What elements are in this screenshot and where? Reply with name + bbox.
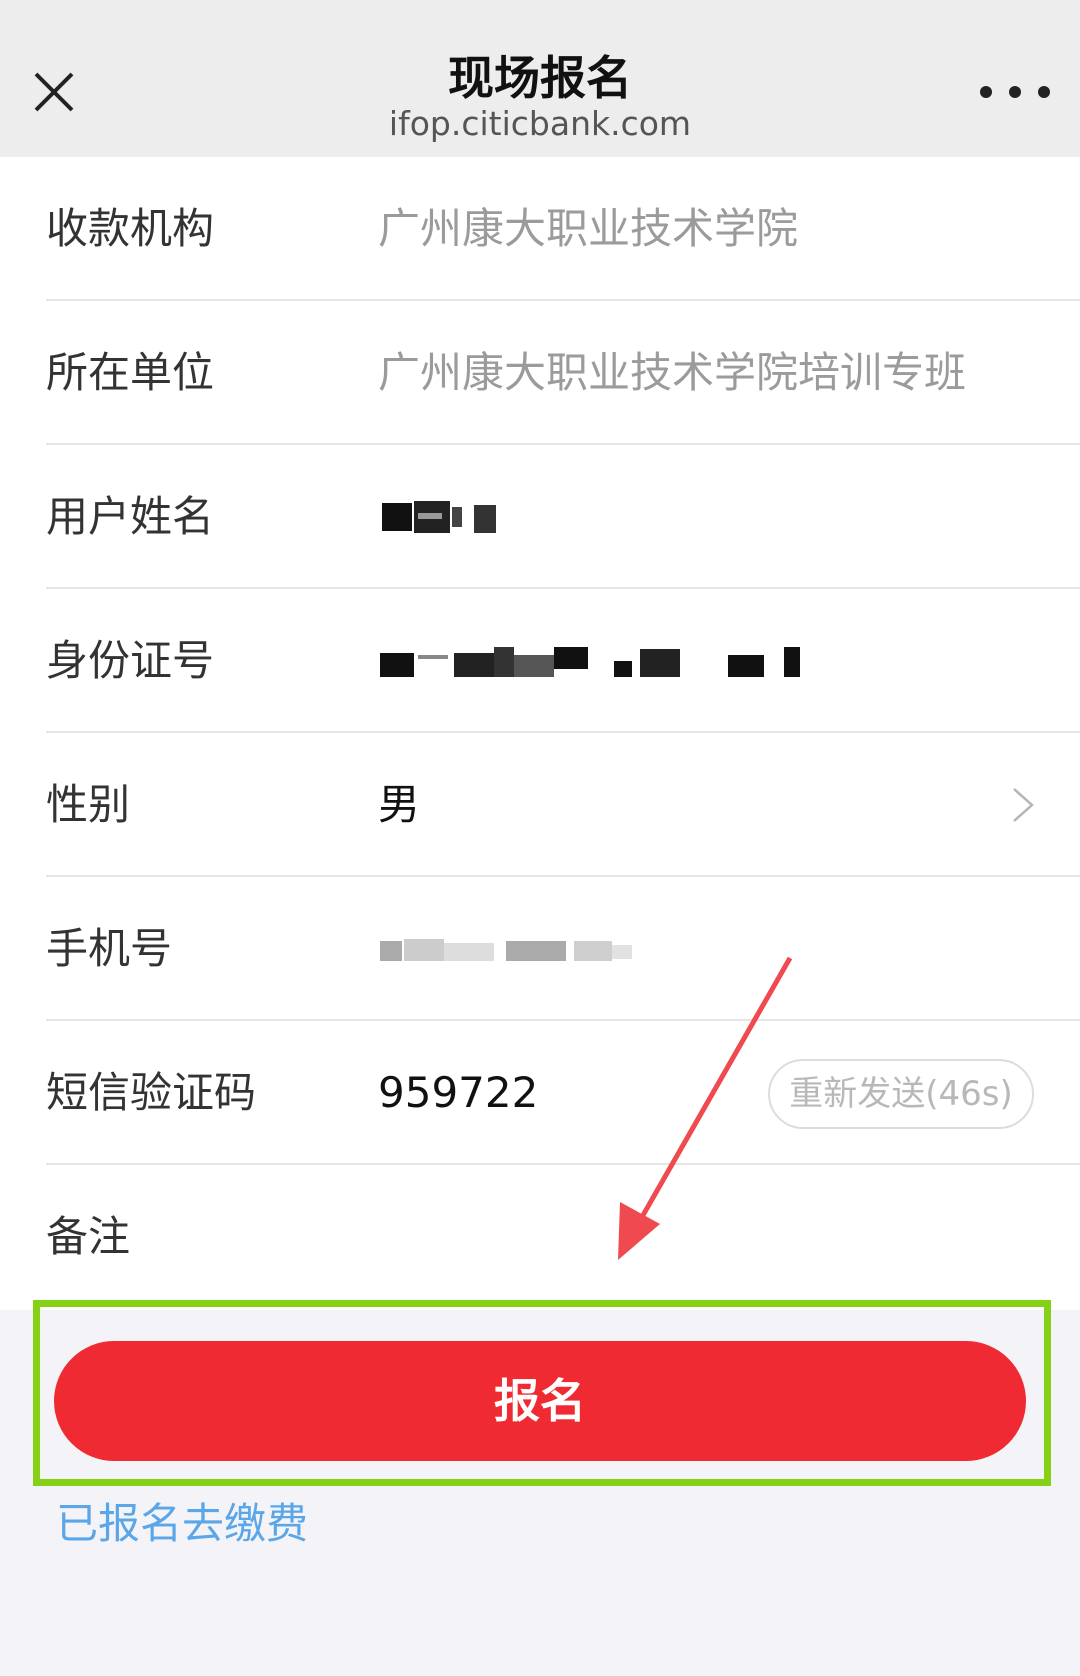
chevron-right-icon <box>1013 788 1034 822</box>
work-unit-value: 广州康大职业技术学院培训专班 <box>378 348 967 397</box>
row-id-number[interactable]: 身份证号 <box>46 589 1080 733</box>
row-payee-institution: 收款机构 广州康大职业技术学院 <box>46 157 1080 301</box>
id-number-redacted[interactable] <box>378 641 828 681</box>
phone-label: 手机号 <box>46 924 173 973</box>
work-unit-label: 所在单位 <box>46 348 215 397</box>
row-work-unit: 所在单位 广州康大职业技术学院培训专班 <box>46 301 1080 445</box>
paid-register-link[interactable]: 已报名去缴费 <box>56 1490 308 1551</box>
top-bar: 现场报名 ifop.citicbank.com <box>0 0 1080 157</box>
id-number-label: 身份证号 <box>46 636 215 685</box>
row-gender[interactable]: 性别 男 <box>46 733 1080 877</box>
row-user-name[interactable]: 用户姓名 <box>46 445 1080 589</box>
user-name-redacted[interactable] <box>378 497 508 537</box>
remark-label: 备注 <box>46 1212 131 1261</box>
row-sms-code[interactable]: 短信验证码 959722 重新发送(46s) <box>46 1021 1080 1165</box>
registration-form: 收款机构 广州康大职业技术学院 所在单位 广州康大职业技术学院培训专班 用户姓名… <box>0 157 1080 1310</box>
row-remark[interactable]: 备注 <box>46 1165 1080 1309</box>
page-domain: ifop.citicbank.com <box>388 104 692 143</box>
gender-value[interactable]: 男 <box>378 733 420 877</box>
user-name-label: 用户姓名 <box>46 492 215 541</box>
payee-institution-value: 广州康大职业技术学院 <box>378 204 799 253</box>
row-phone[interactable]: 手机号 <box>46 877 1080 1021</box>
sms-code-value[interactable]: 959722 <box>378 1021 538 1165</box>
annotation-arrow-icon <box>618 956 793 1260</box>
page-title: 现场报名 <box>448 51 632 105</box>
register-button[interactable]: 报名 <box>54 1341 1026 1461</box>
payee-institution-label: 收款机构 <box>46 204 215 253</box>
more-icon[interactable] <box>976 80 1054 104</box>
gender-label: 性别 <box>46 780 131 829</box>
phone-redacted[interactable] <box>378 929 638 969</box>
sms-code-label: 短信验证码 <box>46 1068 257 1117</box>
